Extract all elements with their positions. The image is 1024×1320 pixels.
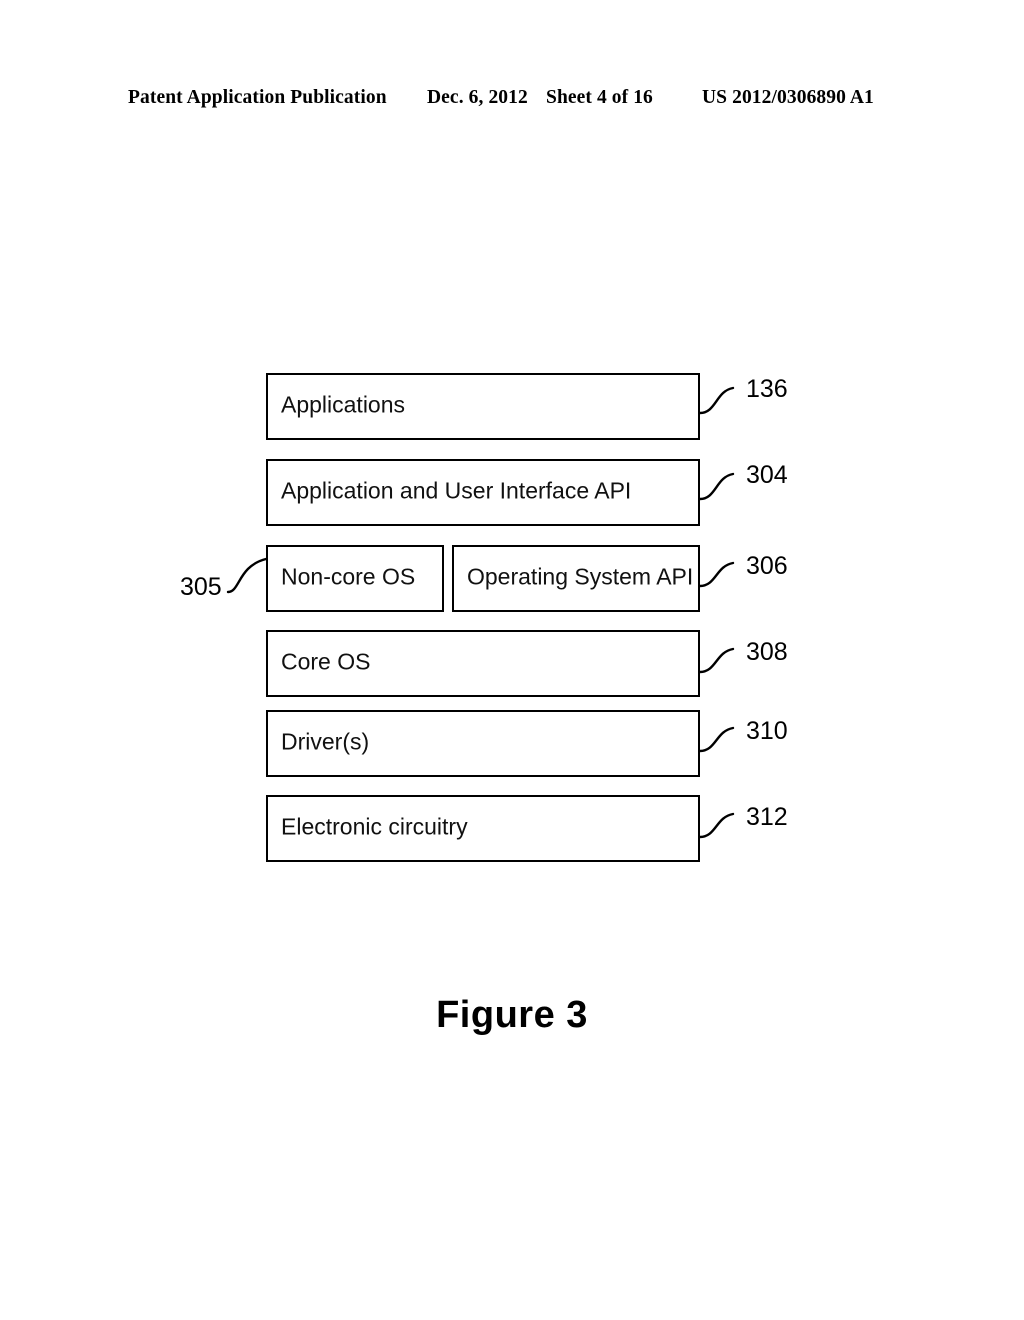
reference-numeral-136: 136 <box>746 375 788 403</box>
layer-label-non-core-os: Non-core OS <box>281 562 416 589</box>
layer-box-applications[interactable]: Applications <box>266 373 700 440</box>
layer-label-applications: Applications <box>281 390 406 417</box>
layer-label-electronic-circuitry: Electronic circuitry <box>281 812 468 839</box>
layer-box-drivers[interactable]: Driver(s) <box>266 710 700 777</box>
reference-numeral-305: 305 <box>180 573 222 601</box>
figure-3-diagram: Applications Application and User Interf… <box>0 0 1024 1320</box>
figure-caption: Figure 3 <box>436 994 588 1036</box>
layer-box-operating-system-api[interactable]: Operating System API <box>452 545 700 612</box>
reference-numeral-306: 306 <box>746 552 788 580</box>
leader-line-312 <box>698 812 735 839</box>
leader-line-305 <box>226 557 268 594</box>
reference-numeral-304: 304 <box>746 461 788 489</box>
layer-box-non-core-os[interactable]: Non-core OS <box>266 545 444 612</box>
layer-box-core-os[interactable]: Core OS <box>266 630 700 697</box>
layer-label-operating-system-api: Operating System API <box>467 562 694 589</box>
reference-numeral-308: 308 <box>746 638 788 666</box>
layer-box-electronic-circuitry[interactable]: Electronic circuitry <box>266 795 700 862</box>
leader-line-136 <box>698 386 735 415</box>
layer-label-drivers: Driver(s) <box>281 727 370 754</box>
leader-line-304 <box>698 472 735 501</box>
leader-line-310 <box>698 726 735 753</box>
reference-numeral-310: 310 <box>746 717 788 745</box>
layer-box-application-and-user-interface-api[interactable]: Application and User Interface API <box>266 459 700 526</box>
layer-label-application-and-user-interface-api: Application and User Interface API <box>281 476 632 503</box>
leader-line-306 <box>698 561 735 588</box>
reference-numeral-312: 312 <box>746 803 788 831</box>
layer-label-core-os: Core OS <box>281 647 371 674</box>
leader-line-308 <box>698 647 735 674</box>
